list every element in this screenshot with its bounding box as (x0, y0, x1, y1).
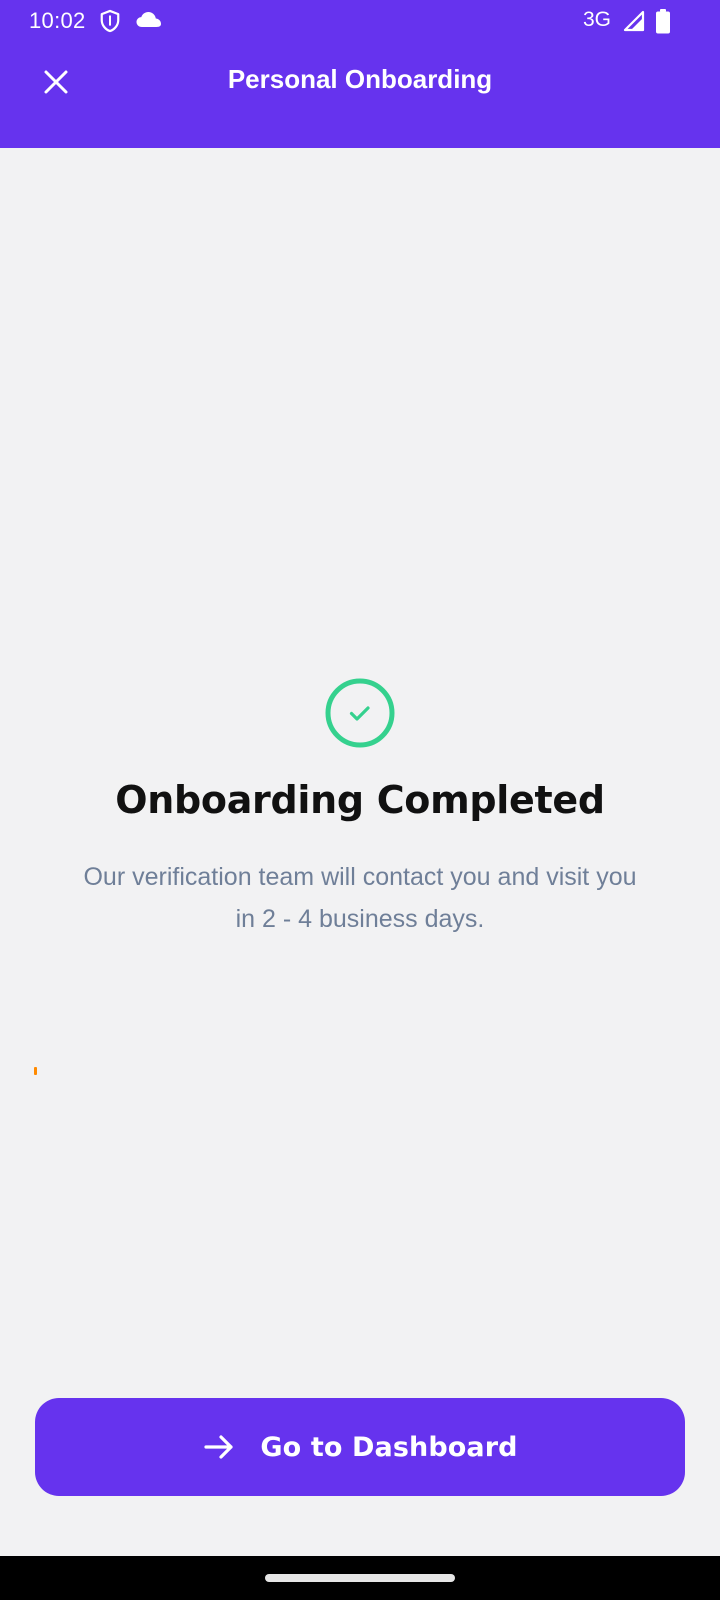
go-to-dashboard-button[interactable]: Go to Dashboard (35, 1398, 685, 1496)
success-headline: Onboarding Completed (115, 778, 605, 822)
home-gesture-handle[interactable] (265, 1574, 455, 1582)
header: 10:02 3G Personal Onboarding (0, 0, 720, 148)
success-message: Our verification team will contact you a… (83, 863, 637, 933)
status-bar: 10:02 3G (0, 0, 720, 44)
decorative-mark (34, 1067, 37, 1075)
page-title: Personal Onboarding (227, 64, 493, 94)
app-bar: Personal Onboarding (0, 44, 720, 148)
signal-icon (623, 10, 645, 32)
network-type: 3G (583, 8, 612, 31)
status-time: 10:02 (29, 8, 86, 33)
go-to-dashboard-label: Go to Dashboard (260, 1431, 518, 1463)
cloud-icon (136, 12, 161, 27)
gesture-nav-bar (0, 1556, 720, 1600)
battery-icon (656, 9, 670, 34)
shield-icon (100, 9, 120, 33)
arrow-right-icon (204, 1435, 234, 1459)
check-circle-icon (325, 678, 395, 748)
